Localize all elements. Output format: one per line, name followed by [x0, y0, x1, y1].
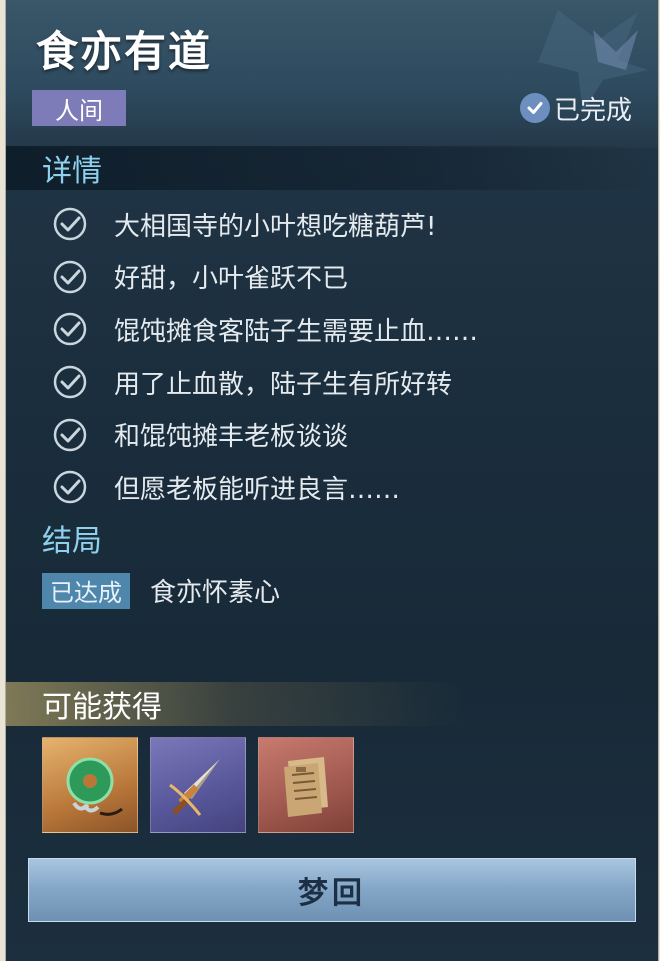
reward-item-book[interactable] [258, 737, 354, 833]
check-icon [53, 471, 87, 504]
rewards-list [42, 737, 354, 833]
reward-item-jade-pendant[interactable] [42, 737, 138, 833]
ending-heading: 结局 [42, 524, 102, 559]
detail-step-text: 馄饨摊食客陆子生需要止血…… [114, 316, 479, 347]
ending-name: 食亦怀素心 [150, 578, 281, 608]
quest-panel: 食亦有道 人间 已完成 详情 大相国寺的小叶想吃糖葫芦! 好甜，小叶雀跃不已 馄… [6, 0, 658, 961]
detail-step: 但愿老板能听进良言…… [52, 461, 478, 514]
detail-step: 馄饨摊食客陆子生需要止血…… [52, 303, 478, 356]
check-icon [53, 208, 87, 241]
check-icon [53, 418, 87, 451]
rewards-heading: 可能获得 [6, 682, 658, 726]
ending-status-badge: 已达成 [42, 572, 130, 609]
detail-step-text: 用了止血散，陆子生有所好转 [114, 369, 453, 400]
detail-step-text: 但愿老板能听进良言…… [114, 474, 401, 505]
ending-row: 已达成 食亦怀素心 [42, 572, 280, 609]
check-icon [53, 365, 87, 399]
details-heading: 详情 [6, 146, 658, 190]
status-label: 已完成 [553, 95, 632, 126]
check-icon [53, 313, 87, 346]
completed-check-icon [519, 93, 550, 123]
details-list: 大相国寺的小叶想吃糖葫芦! 好甜，小叶雀跃不已 馄饨摊食客陆子生需要止血…… 用… [52, 198, 478, 514]
detail-step: 用了止血散，陆子生有所好转 [52, 356, 478, 409]
detail-step-text: 好甜，小叶雀跃不已 [114, 264, 349, 295]
detail-step-text: 大相国寺的小叶想吃糖葫芦! [114, 211, 437, 242]
completion-status: 已完成 [519, 90, 632, 126]
book-scroll-icon [284, 757, 328, 817]
detail-step: 大相国寺的小叶想吃糖葫芦! [52, 198, 478, 251]
category-tag: 人间 [32, 90, 126, 126]
dream-replay-button[interactable]: 梦回 [28, 858, 636, 922]
detail-step-text: 和馄饨摊丰老板谈谈 [114, 422, 349, 453]
detail-step: 和馄饨摊丰老板谈谈 [52, 408, 478, 461]
jade-pendant-icon [66, 757, 123, 816]
check-icon [53, 260, 87, 294]
quest-title: 食亦有道 [36, 27, 213, 76]
dagger-icon [169, 759, 220, 816]
detail-step: 好甜，小叶雀跃不已 [52, 251, 478, 304]
reward-item-dagger[interactable] [150, 737, 246, 833]
